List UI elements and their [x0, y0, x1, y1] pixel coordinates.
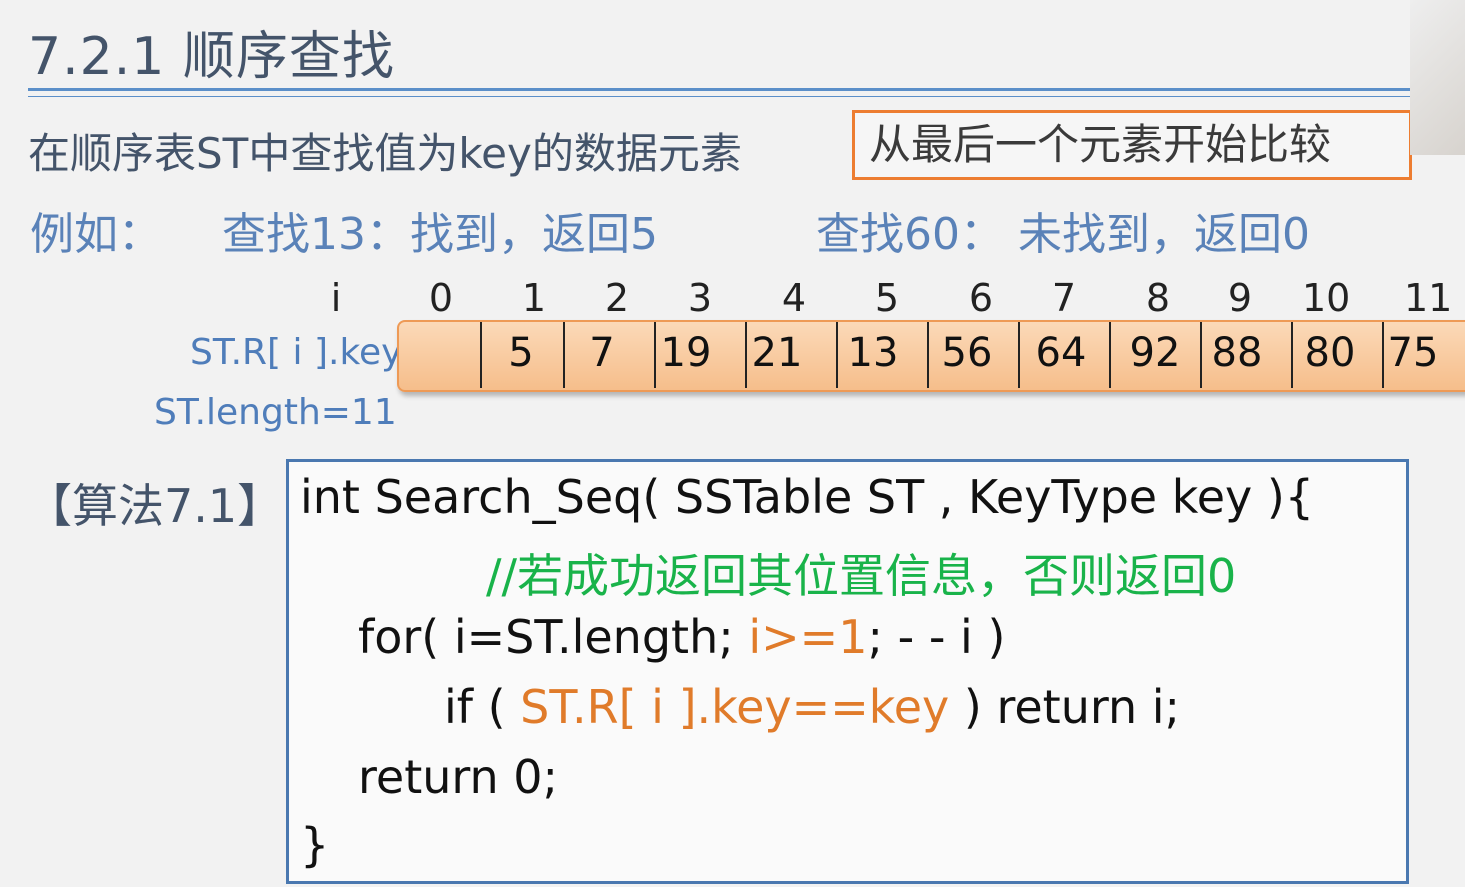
index-cell: 0 [428, 276, 454, 320]
cell-divider [1018, 322, 1020, 388]
cell-divider [1109, 322, 1111, 388]
index-cell: 6 [968, 276, 994, 320]
index-cell: 9 [1227, 276, 1253, 320]
cell-divider [480, 322, 482, 388]
key-cell: 7 [589, 330, 615, 376]
index-cell: 10 [1302, 276, 1351, 320]
key-row-label: ST.R[ i ].key [190, 332, 403, 373]
key-cell: 56 [941, 330, 993, 376]
index-label: i [330, 276, 342, 320]
example-case-found: 查找13：找到，返回5 [222, 209, 658, 260]
hint-box: 从最后一个元素开始比较 [852, 110, 1412, 180]
code-line-return: return 0; [358, 750, 559, 804]
example-case-not-found: 查找60： 未找到，返回0 [816, 209, 1310, 260]
video-edge-overlay [1410, 0, 1465, 155]
code-line-if: if ( ST.R[ i ].key==key ) return i; [444, 680, 1180, 734]
cell-divider [1200, 322, 1202, 388]
cell-divider [563, 322, 565, 388]
key-cell: 80 [1304, 330, 1356, 376]
index-cell: 4 [781, 276, 807, 320]
algorithm-label: 【算法7.1】 [26, 479, 284, 533]
for-tail: ; - - i ) [867, 610, 1006, 664]
index-cell: 1 [521, 276, 547, 320]
code-line-close: } [300, 818, 330, 872]
if-condition: ST.R[ i ].key==key [520, 680, 950, 734]
example-label: 例如： [30, 209, 162, 260]
for-condition: i>=1 [748, 610, 868, 664]
index-cell: 11 [1404, 276, 1453, 320]
key-cell: 92 [1129, 330, 1181, 376]
if-tail: ) return i; [949, 680, 1181, 734]
page-title: 7.2.1 顺序查找 [28, 27, 395, 87]
index-cell: 7 [1051, 276, 1077, 320]
key-cell: 13 [847, 330, 899, 376]
length-label: ST.length=11 [154, 392, 397, 433]
index-cell: 3 [687, 276, 713, 320]
index-cell: 2 [604, 276, 630, 320]
index-cell: 5 [874, 276, 900, 320]
code-line-for: for( i=ST.length; i>=1; - - i ) [358, 610, 1005, 664]
key-cell: 75 [1387, 330, 1439, 376]
cell-divider [927, 322, 929, 388]
cell-divider [1291, 322, 1293, 388]
key-cell: 64 [1035, 330, 1087, 376]
if-head: if ( [444, 680, 521, 734]
key-cell: 88 [1211, 330, 1263, 376]
key-cell: 5 [508, 330, 534, 376]
key-cell: 21 [751, 330, 803, 376]
intro-text: 在顺序表ST中查找值为key的数据元素 [28, 129, 742, 178]
cell-divider [836, 322, 838, 388]
title-rule-thin [28, 96, 1410, 97]
code-line-signature: int Search_Seq( SSTable ST , KeyType key… [300, 470, 1315, 524]
for-head: for( i=ST.length; [358, 610, 749, 664]
code-comment: //若成功返回其位置信息，否则返回0 [486, 549, 1237, 603]
index-cell: 8 [1145, 276, 1171, 320]
title-rule [28, 88, 1410, 91]
key-cell: 19 [660, 330, 712, 376]
